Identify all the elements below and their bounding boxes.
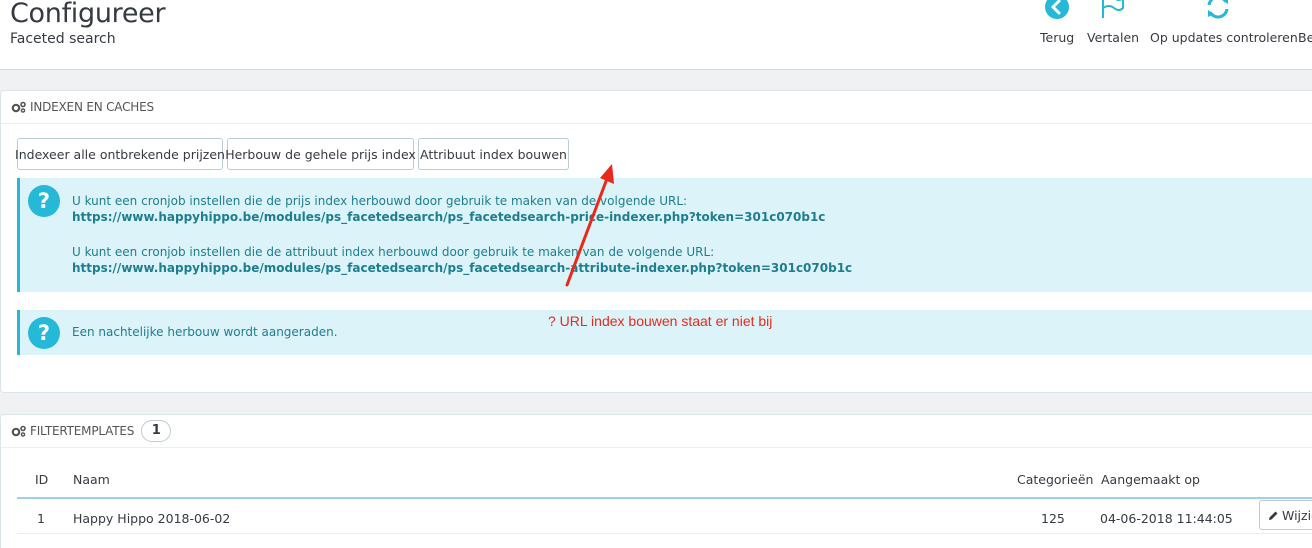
indexes-panel: INDEXEN EN CACHES Indexeer alle ontbreke… bbox=[0, 90, 1312, 393]
attribute-cron-text: U kunt een cronjob instellen die de attr… bbox=[72, 245, 715, 259]
edit-button-label: Wijzig bbox=[1282, 507, 1312, 523]
panel-divider bbox=[1, 123, 1312, 124]
row-created: 04-06-2018 11:44:05 bbox=[1100, 511, 1233, 526]
page-title: Configureer bbox=[10, 0, 166, 29]
manage-button-label: Be bbox=[1298, 30, 1312, 45]
attribute-cron-url[interactable]: https://www.happyhippo.be/modules/ps_fac… bbox=[72, 261, 852, 275]
check-updates-button-label: Op updates controleren bbox=[1150, 30, 1298, 45]
edit-button[interactable]: Wijzig bbox=[1259, 500, 1312, 530]
filter-templates-heading: FILTERTEMPLATES 1 bbox=[11, 415, 172, 447]
page-subtitle: Faceted search bbox=[10, 31, 116, 47]
filter-templates-panel: FILTERTEMPLATES 1 ID Naam Categorieën Aa… bbox=[0, 414, 1312, 548]
cogs-icon bbox=[11, 425, 26, 437]
refresh-icon bbox=[1207, 0, 1229, 19]
build-attribute-index-button[interactable]: Attribuut index bouwen bbox=[418, 138, 569, 170]
row-name: Happy Hippo 2018-06-02 bbox=[73, 511, 231, 526]
svg-text:?: ? bbox=[38, 189, 50, 213]
index-missing-prices-button[interactable]: Indexeer alle ontbrekende prijzen bbox=[15, 138, 225, 170]
price-cron-url[interactable]: https://www.happyhippo.be/modules/ps_fac… bbox=[72, 210, 825, 224]
table-header-divider bbox=[17, 497, 1312, 499]
pencil-icon bbox=[1269, 511, 1278, 520]
check-updates-button[interactable]: Op updates controleren bbox=[1150, 0, 1298, 48]
translate-button[interactable]: Vertalen bbox=[1087, 0, 1140, 48]
rebuild-price-index-button[interactable]: Herbouw de gehele prijs index bbox=[225, 138, 416, 170]
back-button-label: Terug bbox=[1040, 30, 1075, 45]
question-circle-icon: ? bbox=[28, 317, 60, 349]
back-button[interactable]: Terug bbox=[1040, 0, 1074, 48]
column-header-categories[interactable]: Categorieën bbox=[1017, 472, 1093, 487]
indexes-panel-heading: INDEXEN EN CACHES bbox=[11, 91, 154, 123]
column-header-name[interactable]: Naam bbox=[73, 472, 110, 487]
page-header: Configureer Faceted search Terug Vertale… bbox=[0, 0, 1312, 70]
manage-button[interactable]: Be bbox=[1298, 0, 1312, 48]
question-circle-icon: ? bbox=[28, 185, 60, 217]
column-header-id[interactable]: ID bbox=[35, 472, 48, 487]
row-divider bbox=[17, 533, 1312, 534]
annotation-note: ? URL index bouwen staat er niet bij bbox=[548, 313, 773, 329]
translate-button-label: Vertalen bbox=[1087, 30, 1140, 45]
svg-text:?: ? bbox=[38, 321, 50, 345]
price-cron-text: U kunt een cronjob instellen die de prij… bbox=[72, 194, 688, 208]
nightly-rebuild-text: Een nachtelijke herbouw wordt aangeraden… bbox=[72, 325, 338, 339]
row-categories: 125 bbox=[1041, 511, 1065, 526]
row-id: 1 bbox=[37, 511, 45, 526]
cogs-icon bbox=[11, 101, 26, 113]
flag-icon bbox=[1102, 0, 1124, 18]
panel-divider bbox=[1, 447, 1312, 448]
filter-templates-title: FILTERTEMPLATES bbox=[30, 424, 135, 438]
arrow-left-circle-icon bbox=[1045, 0, 1069, 19]
count-badge: 1 bbox=[141, 420, 172, 442]
indexes-panel-title: INDEXEN EN CACHES bbox=[30, 100, 154, 114]
column-header-created[interactable]: Aangemaakt op bbox=[1101, 472, 1200, 487]
cronjob-info-alert: ? U kunt een cronjob instellen die de pr… bbox=[17, 178, 1312, 292]
